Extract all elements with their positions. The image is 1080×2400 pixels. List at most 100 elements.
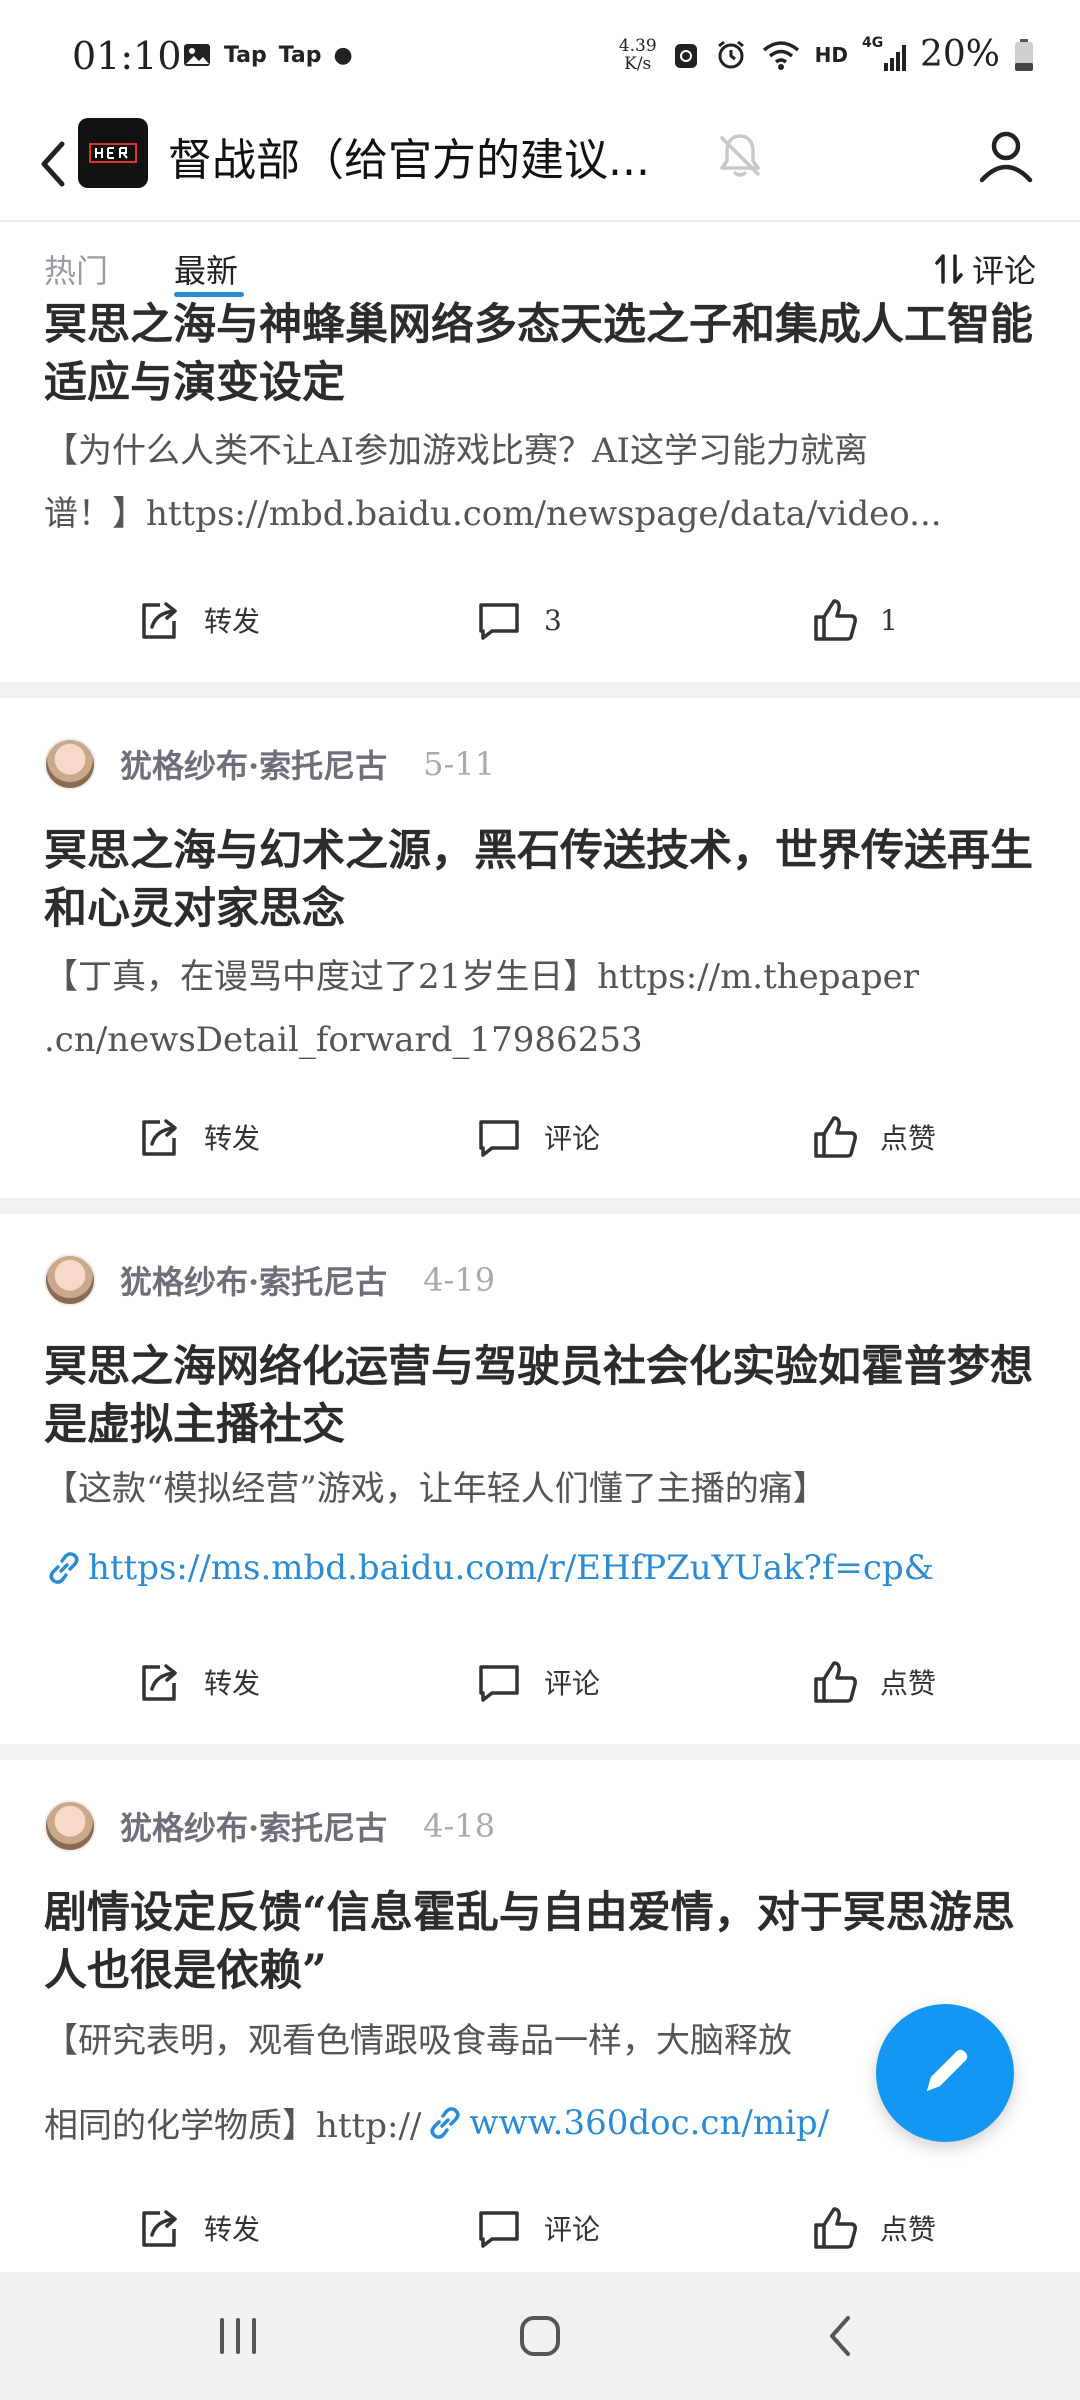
share-label: 转发 [204,2213,261,2246]
comment-icon [479,1120,519,1157]
post-divider [0,1198,1080,1214]
link-text[interactable]: www.360doc.cn/mip/ [469,2103,829,2143]
post-date: 4-18 [423,1807,496,1845]
recent-apps-icon[interactable] [208,2306,268,2366]
like-button[interactable]: 点赞 [812,2193,936,2263]
author-name[interactable]: 犹格纱布·索托尼古 [120,1257,387,1303]
compose-fab[interactable] [876,2004,1014,2142]
comment-button[interactable]: 评论 [476,1647,600,1717]
like-count: 1 [880,603,898,637]
thumbs-up-icon [814,599,857,641]
comment-icon [479,1665,519,1702]
comment-button[interactable]: 评论 [476,1102,600,1172]
comment-label: 评论 [544,2213,601,2246]
battery-icon [1015,38,1033,71]
signal-icon: 4G [862,35,906,71]
share-label: 转发 [204,1667,261,1700]
like-label: 点赞 [880,1667,937,1700]
thumbs-up-icon [814,1661,857,1703]
summary-line: 【这款“模拟经营”游戏，让年轻人们懂了主播的痛】 [44,1469,827,1509]
alarm-icon [717,40,744,68]
sort-icon [935,254,963,284]
like-label: 点赞 [880,1122,937,1155]
post-actions: 转发 评论 点赞 [0,1647,1080,1717]
summary-line: .cn/newsDetail_forward_17986253 [44,1020,643,1060]
post-actions: 转发 评论 点赞 [0,2193,1080,2263]
system-nav-bar [0,2272,1080,2400]
like-label: 点赞 [880,2213,937,2246]
post-card[interactable]: 冥思之海与神蜂巢网络多态天选之子和集成人工智能 适应与演变设定 【为什么人类不让… [0,290,1080,680]
net-speed: 4.39 K/s [619,37,657,73]
status-time: 01:10 [72,34,182,78]
network-type: 4G [861,34,884,51]
thumbs-up-icon [814,2207,857,2249]
profile-icon[interactable] [976,126,1036,186]
post-card[interactable]: 犹格纱布·索托尼古 4-19 冥思之海网络化运营与驾驶员社会化实验如霍普梦想是虚… [0,1252,1080,1732]
like-button[interactable]: 点赞 [812,1647,936,1717]
share-label: 转发 [204,605,261,638]
status-right-icons: 4.39 K/s HD 4G 20% [619,34,1034,75]
share-button[interactable]: 转发 [136,2193,260,2263]
share-button[interactable]: 转发 [136,1647,260,1717]
comment-count: 3 [544,603,562,637]
like-button[interactable]: 1 [812,585,898,655]
avatar[interactable] [44,1800,96,1852]
summary-line: 【丁真，在谩骂中度过了21岁生日】https://m.thepaper [44,957,919,997]
author-row[interactable]: 犹格纱布·索托尼古 4-18 [44,1798,495,1854]
share-button[interactable]: 转发 [136,1102,260,1172]
home-icon[interactable] [510,2306,570,2366]
post-date: 5-11 [423,745,496,783]
share-button[interactable]: 转发 [136,585,260,655]
summary-line: 相同的化学物质】http:// [44,2106,422,2146]
group-logo[interactable] [78,118,148,188]
post-summary: 【这款“模拟经营”游戏，让年轻人们懂了主播的痛】 [44,1458,1034,1521]
avatar[interactable] [44,1254,96,1306]
post-summary: 【为什么人类不让AI参加游戏比赛？AI这学习能力就离 谱！】https://mb… [44,420,1034,546]
wifi-icon [762,40,799,70]
comment-button[interactable]: 3 [476,585,562,655]
post-link[interactable]: https://ms.mbd.baidu.com/r/EHfPZuYUak?f=… [44,1548,1034,1588]
post-divider [0,682,1080,698]
summary-line: 谱！】https://mbd.baidu.com/newspage/data/v… [44,494,942,534]
post-title[interactable]: 剧情设定反馈“信息霍乱与自由爱情，对于冥思游思人也很是依赖” [44,1884,1034,2000]
author-row[interactable]: 犹格纱布·索托尼古 4-19 [44,1252,495,1308]
hd-label: HD [814,42,848,67]
link-icon [49,1552,79,1584]
comment-icon [479,603,519,640]
author-name[interactable]: 犹格纱布·索托尼古 [120,1803,387,1849]
share-icon [142,1664,177,1701]
net-speed-unit: K/s [624,53,652,74]
sort-button[interactable]: 评论 [934,246,1036,292]
comment-label: 评论 [544,1122,601,1155]
post-divider [0,1744,1080,1760]
post-title[interactable]: 冥思之海与神蜂巢网络多态天选之子和集成人工智能 适应与演变设定 [44,296,1034,412]
post-summary: 【丁真，在谩骂中度过了21岁生日】https://m.thepaper .cn/… [44,946,1034,1072]
gallery-icon [184,44,210,66]
taptap-icon-2: Tap [278,42,322,68]
post-actions: 转发 评论 点赞 [0,1102,1080,1172]
share-icon [142,602,177,639]
back-nav-icon[interactable] [812,2306,872,2366]
back-arrow-icon[interactable] [32,132,72,196]
sort-label: 评论 [971,252,1036,290]
taptap-icon-1: Tap [224,42,267,68]
post-card[interactable]: 犹格纱布·索托尼古 5-11 冥思之海与幻术之源，黑石传送技术，世界传送再生和心… [0,736,1080,1196]
summary-line: 【为什么人类不让AI参加游戏比赛？AI这学习能力就离 [44,431,868,471]
link-text[interactable]: https://ms.mbd.baidu.com/r/EHfPZuYUak?f=… [88,1548,934,1588]
tab-hot[interactable]: 热门 [44,246,108,292]
post-title[interactable]: 冥思之海网络化运营与驾驶员社会化实验如霍普梦想是虚拟主播社交 [44,1338,1034,1454]
author-row[interactable]: 犹格纱布·索托尼古 5-11 [44,736,495,792]
author-name[interactable]: 犹格纱布·索托尼古 [120,741,387,787]
post-title[interactable]: 冥思之海与幻术之源，黑石传送技术，世界传送再生和心灵对家思念 [44,822,1034,938]
notification-off-icon[interactable] [712,128,768,184]
post-actions: 转发 3 1 [0,585,1080,655]
like-button[interactable]: 点赞 [812,1102,936,1172]
app-header: 督战部（给官方的建议... [0,110,1080,222]
tab-latest[interactable]: 最新 [174,246,238,292]
comment-button[interactable]: 评论 [476,2193,600,2263]
comment-label: 评论 [544,1667,601,1700]
status-left-icons: Tap Tap ● [182,40,353,70]
avatar[interactable] [44,738,96,790]
thumbs-up-icon [814,1116,857,1158]
dot-icon: ● [333,42,353,68]
